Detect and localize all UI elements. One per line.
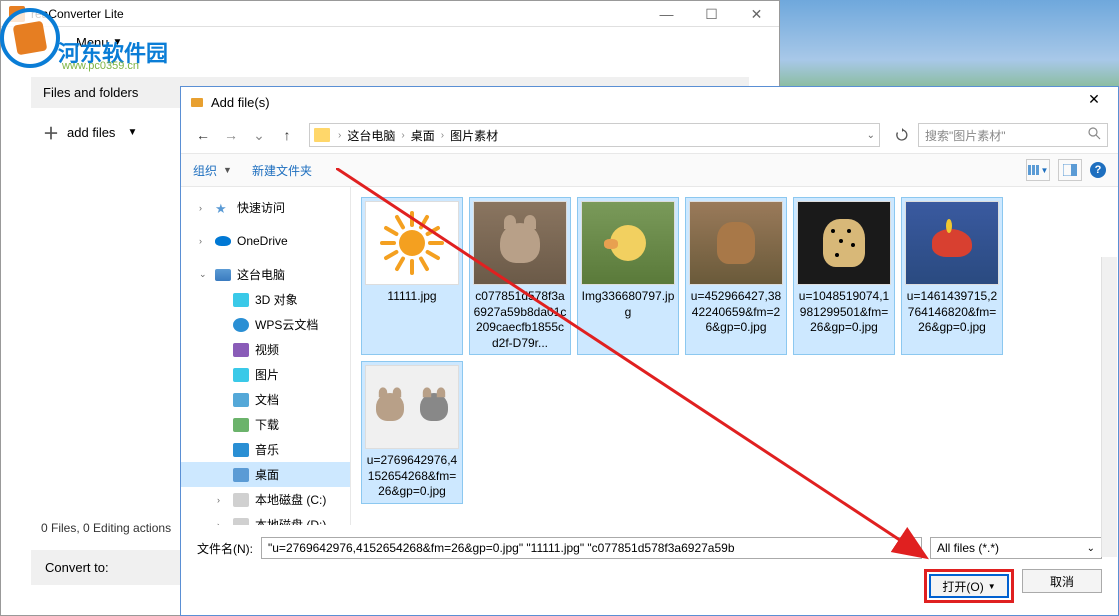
sidebar-item[interactable]: ›本地磁盘 (C:) bbox=[181, 487, 350, 512]
recent-dropdown[interactable]: ⌄ bbox=[247, 123, 271, 147]
dialog-title: Add file(s) bbox=[211, 95, 270, 110]
file-type-select[interactable]: All files (*.*) ⌄ bbox=[930, 537, 1102, 559]
sidebar: ›快速访问 ›OneDrive ⌄这台电脑3D 对象WPS云文档视频图片文档下载音乐… bbox=[181, 187, 351, 525]
file-name: u=1461439715,2764146820&fm=26&gp=0.jpg bbox=[905, 289, 999, 336]
forward-button[interactable]: → bbox=[219, 123, 243, 147]
thumbnail bbox=[365, 365, 459, 449]
file-item[interactable]: 11111.jpg bbox=[361, 197, 463, 355]
file-list: 11111.jpg c077851d578f3a6927a59b8da01c209… bbox=[351, 187, 1118, 525]
filename-input[interactable] bbox=[261, 537, 922, 559]
add-files-label: add files bbox=[67, 125, 115, 140]
refresh-button[interactable] bbox=[890, 123, 914, 147]
ic-pc-icon bbox=[215, 269, 231, 281]
cancel-button[interactable]: 取消 bbox=[1022, 569, 1102, 593]
ic-wps-icon bbox=[233, 318, 249, 332]
breadcrumb[interactable]: › 这台电脑› 桌面› 图片素材 ⌄ bbox=[309, 123, 880, 147]
ic-disk-icon bbox=[233, 493, 249, 507]
file-open-dialog: Add file(s) ✕ ← → ⌄ ↑ › 这台电脑› 桌面› 图片素材 ⌄… bbox=[180, 86, 1119, 616]
sidebar-item[interactable]: 音乐 bbox=[181, 437, 350, 462]
ic-desk-icon bbox=[233, 468, 249, 482]
sidebar-item[interactable]: ›本地磁盘 (D:) bbox=[181, 512, 350, 525]
ic-3d-icon bbox=[233, 293, 249, 307]
thumbnail bbox=[797, 201, 891, 285]
sidebar-item[interactable]: 3D 对象 bbox=[181, 287, 350, 312]
file-name: u=1048519074,1981299501&fm=26&gp=0.jpg bbox=[797, 289, 891, 336]
sidebar-item[interactable]: 文档 bbox=[181, 387, 350, 412]
preview-pane-button[interactable] bbox=[1058, 159, 1082, 181]
search-input[interactable]: 搜索"图片素材" bbox=[918, 123, 1108, 147]
dialog-icon bbox=[189, 94, 205, 110]
ic-doc-icon bbox=[233, 393, 249, 407]
dialog-close-button[interactable]: ✕ bbox=[1074, 91, 1114, 113]
sidebar-item[interactable]: ⌄这台电脑 bbox=[181, 262, 350, 287]
new-folder-button[interactable]: 新建文件夹 bbox=[252, 162, 312, 179]
file-name: u=452966427,3842240659&fm=26&gp=0.jpg bbox=[689, 289, 783, 336]
file-item[interactable]: u=1048519074,1981299501&fm=26&gp=0.jpg bbox=[793, 197, 895, 355]
organize-menu[interactable]: 组织 bbox=[193, 162, 217, 179]
plus-icon: ＋ bbox=[43, 120, 59, 144]
watermark-logo: 河东软件园 www.pc0359.cn bbox=[0, 8, 60, 68]
view-mode-button[interactable]: ▼ bbox=[1026, 159, 1050, 181]
sidebar-item[interactable]: ›快速访问 bbox=[181, 195, 350, 220]
status-text: 0 Files, 0 Editing actions bbox=[41, 521, 171, 535]
thumbnail bbox=[365, 201, 459, 285]
titlebar: reaConverter Lite — ☐ ✕ bbox=[1, 1, 779, 27]
file-name: 11111.jpg bbox=[365, 289, 459, 305]
open-button[interactable]: 打开(O) ▼ bbox=[929, 574, 1009, 598]
ic-disk-icon bbox=[233, 518, 249, 526]
help-button[interactable]: ? bbox=[1090, 162, 1106, 178]
ic-down-icon bbox=[233, 418, 249, 432]
sidebar-item[interactable]: ›OneDrive bbox=[181, 230, 350, 252]
maximize-button[interactable]: ☐ bbox=[689, 1, 734, 27]
ic-pic-icon bbox=[233, 368, 249, 382]
minimize-button[interactable]: — bbox=[644, 1, 689, 27]
close-button[interactable]: ✕ bbox=[734, 1, 779, 27]
up-button[interactable]: ↑ bbox=[275, 123, 299, 147]
sidebar-item[interactable]: 视频 bbox=[181, 337, 350, 362]
thumbnail bbox=[581, 201, 675, 285]
scrollbar[interactable] bbox=[1101, 257, 1117, 525]
dialog-toolbar: 组织 ▼ 新建文件夹 ▼ ? bbox=[181, 153, 1118, 187]
file-name: Img336680797.jpg bbox=[581, 289, 675, 320]
file-item[interactable]: u=2769642976,4152654268&fm=26&gp=0.jpg bbox=[361, 361, 463, 504]
ic-music-icon bbox=[233, 443, 249, 457]
sidebar-item[interactable]: 图片 bbox=[181, 362, 350, 387]
folder-icon bbox=[314, 128, 330, 142]
file-item[interactable]: Img336680797.jpg bbox=[577, 197, 679, 355]
ic-cloud-icon bbox=[215, 236, 231, 246]
search-icon bbox=[1088, 127, 1101, 143]
filename-label: 文件名(N): bbox=[197, 540, 253, 557]
chevron-down-icon: ▼ bbox=[127, 127, 137, 138]
sidebar-item[interactable]: WPS云文档 bbox=[181, 312, 350, 337]
file-name: u=2769642976,4152654268&fm=26&gp=0.jpg bbox=[365, 453, 459, 500]
thumbnail bbox=[689, 201, 783, 285]
search-placeholder: 搜索"图片素材" bbox=[925, 127, 1006, 144]
file-name: c077851d578f3a6927a59b8da01c209caecfb185… bbox=[473, 289, 567, 351]
thumbnail bbox=[905, 201, 999, 285]
sidebar-item[interactable]: 下载 bbox=[181, 412, 350, 437]
file-item[interactable]: u=452966427,3842240659&fm=26&gp=0.jpg bbox=[685, 197, 787, 355]
nav-bar: ← → ⌄ ↑ › 这台电脑› 桌面› 图片素材 ⌄ 搜索"图片素材" bbox=[181, 117, 1118, 153]
dialog-titlebar: Add file(s) ✕ bbox=[181, 87, 1118, 117]
annotation-highlight: 打开(O) ▼ bbox=[924, 569, 1014, 603]
ic-star-icon bbox=[215, 201, 231, 215]
back-button[interactable]: ← bbox=[191, 123, 215, 147]
sidebar-item[interactable]: 桌面 bbox=[181, 462, 350, 487]
thumbnail bbox=[473, 201, 567, 285]
file-item[interactable]: u=1461439715,2764146820&fm=26&gp=0.jpg bbox=[901, 197, 1003, 355]
ic-video-icon bbox=[233, 343, 249, 357]
file-item[interactable]: c077851d578f3a6927a59b8da01c209caecfb185… bbox=[469, 197, 571, 355]
